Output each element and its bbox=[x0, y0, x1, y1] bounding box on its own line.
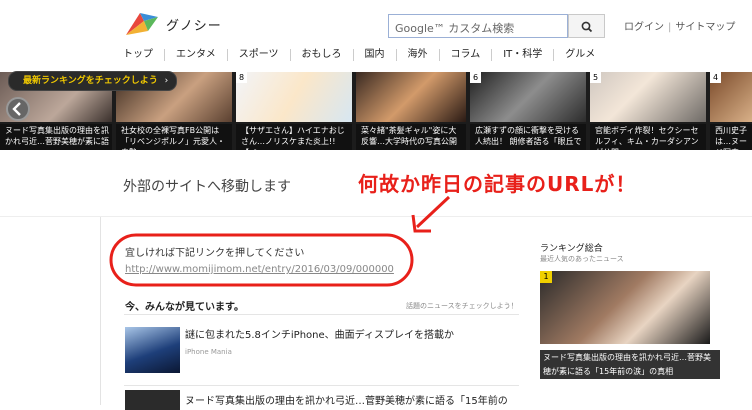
nav-gourmet[interactable]: グルメ bbox=[554, 49, 606, 61]
carousel-prev-button[interactable] bbox=[6, 97, 30, 121]
rank-number: 6 bbox=[470, 72, 481, 83]
annotation-arrow-icon bbox=[411, 195, 451, 233]
nav-it-science[interactable]: IT・科学 bbox=[492, 49, 555, 61]
carousel-card[interactable]: 4 西川史子は…ヌード写真 bbox=[710, 72, 752, 150]
nav-sports[interactable]: スポーツ bbox=[228, 49, 291, 61]
nav-overseas[interactable]: 海外 bbox=[397, 49, 440, 61]
search-input[interactable]: Google™ カスタム検索 bbox=[388, 14, 568, 38]
badge-label: 最新ランキングをチェックしよう bbox=[23, 76, 158, 86]
ranking-caption[interactable]: 穂が素に語る「15年前の涙」の真相 bbox=[540, 366, 720, 379]
article-thumbnail[interactable] bbox=[125, 390, 180, 410]
divider bbox=[124, 314, 519, 315]
card-caption: 【サザエさん】ハイエナおじさん…ノリスケまた炎上!!【ペ bbox=[236, 124, 352, 150]
section-divider bbox=[0, 216, 752, 217]
card-caption: 社女校の全裸写真FB公開は「リベンジポルノ」元愛人・奏艶 bbox=[116, 124, 232, 150]
login-link[interactable]: ログイン bbox=[624, 22, 664, 33]
card-caption: 西川史子は…ヌード写真 bbox=[710, 124, 752, 150]
chevron-right-icon: › bbox=[164, 76, 169, 86]
search-icon bbox=[581, 21, 593, 33]
category-nav: トップ エンタメ スポーツ おもしろ 国内 海外 コラム IT・科学 グルメ bbox=[112, 42, 672, 68]
card-caption: 広瀬すずの顔に衝撃を受ける人続出！ 朗修者語る「眼丘で bbox=[470, 124, 586, 150]
annotation-ellipse bbox=[109, 233, 414, 287]
nav-top[interactable]: トップ bbox=[112, 49, 165, 61]
brand-name[interactable]: グノシー bbox=[166, 15, 222, 34]
article-title[interactable]: 謎に包まれた5.8インチiPhone、曲面ディスプレイを搭載か bbox=[185, 326, 454, 341]
card-caption: 官能ボディ炸裂！セクシーセルフィ、キム・カーダシアンが公開… bbox=[590, 124, 706, 150]
section-heading: 今、みんなが見ています。 bbox=[125, 302, 244, 313]
article-source: iPhone Mania bbox=[185, 348, 232, 356]
card-image bbox=[470, 72, 586, 122]
card-image bbox=[236, 72, 352, 122]
article-thumbnail[interactable] bbox=[125, 327, 180, 373]
divider bbox=[124, 385, 519, 386]
card-image bbox=[590, 72, 706, 122]
carousel-card[interactable]: 5 官能ボディ炸裂！セクシーセルフィ、キム・カーダシアンが公開… bbox=[590, 72, 706, 150]
page-title: 外部のサイトへ移動します bbox=[123, 179, 291, 195]
ranking-subtitle: 最近人気のあったニュース bbox=[540, 255, 624, 263]
rank-number: 5 bbox=[590, 72, 601, 83]
ranking-image[interactable]: 1 bbox=[540, 271, 710, 344]
column-divider bbox=[100, 217, 101, 405]
ranking-title: ランキング総合 bbox=[540, 244, 603, 254]
ranking-caption[interactable]: ヌード写真集出版の理由を訊かれ弓近…菅野美 bbox=[540, 350, 720, 366]
trending-link[interactable]: 話題のニュースをチェックしよう！ bbox=[406, 301, 518, 311]
annotation-text: 何故か昨日の記事のURLが！ bbox=[358, 172, 637, 196]
card-caption: 菜々緒"茶髪ギャル"姿に大反響…大学時代の写真公開 bbox=[356, 124, 466, 150]
nav-funny[interactable]: おもしろ bbox=[291, 49, 354, 61]
card-image bbox=[356, 72, 466, 122]
card-caption: ヌード写真集出版の理由を訊かれ弓近…菅野美穂が素に語 bbox=[0, 124, 112, 150]
rank-number: 4 bbox=[710, 72, 721, 83]
latest-ranking-badge[interactable]: 最新ランキングをチェックしよう › bbox=[8, 71, 178, 91]
chevron-left-icon bbox=[12, 102, 21, 116]
nav-entertainment[interactable]: エンタメ bbox=[165, 49, 228, 61]
rank-number: 1 bbox=[540, 271, 552, 283]
header-links: ログイン | サイトマップ bbox=[624, 18, 735, 33]
separator: | bbox=[668, 22, 672, 33]
nav-domestic[interactable]: 国内 bbox=[354, 49, 397, 61]
carousel-card[interactable]: 8 【サザエさん】ハイエナおじさん…ノリスケまた炎上!!【ペ bbox=[236, 72, 352, 150]
rank-number: 8 bbox=[236, 72, 247, 83]
search-button[interactable] bbox=[568, 14, 605, 38]
nav-column[interactable]: コラム bbox=[440, 49, 493, 61]
carousel-card[interactable]: 菜々緒"茶髪ギャル"姿に大反響…大学時代の写真公開 bbox=[356, 72, 466, 150]
sitemap-link[interactable]: サイトマップ bbox=[675, 22, 735, 33]
gunosy-logo-icon[interactable] bbox=[124, 11, 158, 37]
carousel-card[interactable]: 6 広瀬すずの顔に衝撃を受ける人続出！ 朗修者語る「眼丘で bbox=[470, 72, 586, 150]
